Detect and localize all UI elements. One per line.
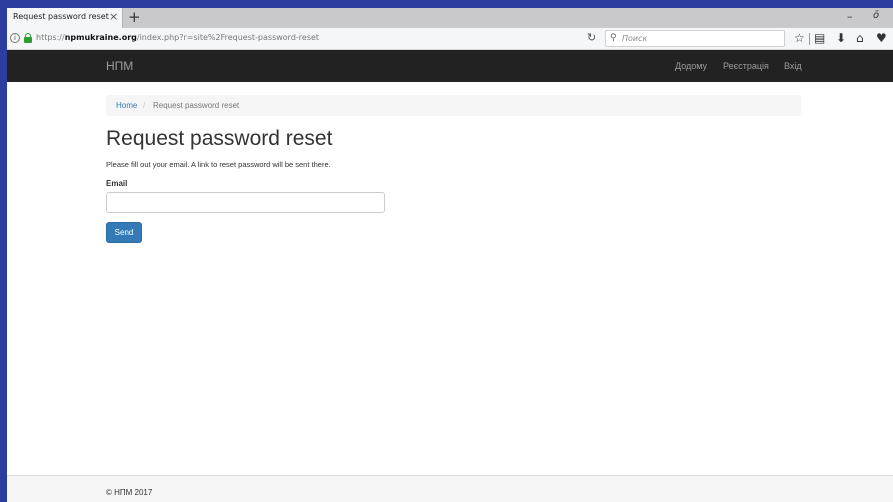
breadcrumb-separator: / [143, 101, 146, 110]
breadcrumb-home-link[interactable]: Home [116, 101, 137, 110]
lock-icon[interactable] [24, 33, 32, 44]
nav-link-login[interactable]: Вхід [784, 61, 802, 71]
info-icon[interactable]: i [10, 33, 20, 43]
tab-strip: Request password reset × + – ō [7, 8, 893, 28]
email-label: Email [106, 179, 128, 188]
url-host: npmukraine.org [64, 33, 137, 42]
search-icon: ⚲ [610, 33, 617, 43]
breadcrumb-current: Request password reset [153, 101, 240, 110]
site-navbar: НПМ Додому Реєстрація Вхід [7, 50, 893, 82]
site-footer: © НПМ 2017 [7, 475, 893, 502]
footer-copyright: © НПМ 2017 [106, 488, 153, 497]
browser-toolbar: i https://npmukraine.org/index.php?r=sit… [7, 28, 893, 50]
new-tab-icon[interactable]: + [128, 9, 141, 25]
browser-search-box: ⚲ [605, 30, 785, 47]
download-icon[interactable]: ⬇ [836, 31, 846, 45]
bookmarks-list-icon[interactable]: ▤ [814, 31, 825, 45]
send-button[interactable]: Send [106, 222, 142, 243]
email-field[interactable] [106, 192, 385, 213]
address-bar[interactable]: https://npmukraine.org/index.php?r=site%… [36, 33, 319, 42]
page-title: Request password reset [106, 127, 333, 150]
url-prefix: https:// [36, 33, 65, 42]
nav-link-home[interactable]: Додому [675, 61, 707, 71]
browser-search-input[interactable] [622, 32, 782, 45]
breadcrumb: Home / Request password reset [106, 95, 801, 116]
browser-window: Request password reset × + – ō i https:/… [7, 8, 893, 502]
star-icon[interactable]: ☆ [794, 31, 805, 45]
pocket-icon[interactable]: ♥ [876, 31, 887, 45]
reload-icon[interactable]: ↻ [587, 31, 596, 44]
nav-link-register[interactable]: Реєстрація [723, 61, 769, 71]
tab-title: Request password reset [13, 12, 109, 21]
home-icon[interactable]: ⌂ [856, 31, 864, 45]
minimize-icon[interactable]: – [847, 10, 853, 23]
toolbar-separator [809, 33, 810, 45]
tab-active[interactable]: Request password reset × [7, 8, 123, 28]
url-path: /index.php?r=site%2Frequest-password-res… [136, 33, 320, 42]
tab-close-icon[interactable]: × [109, 11, 118, 23]
page-description: Please fill out your email. A link to re… [106, 160, 331, 169]
site-brand[interactable]: НПМ [106, 59, 133, 73]
restore-icon[interactable]: ō [873, 10, 879, 21]
